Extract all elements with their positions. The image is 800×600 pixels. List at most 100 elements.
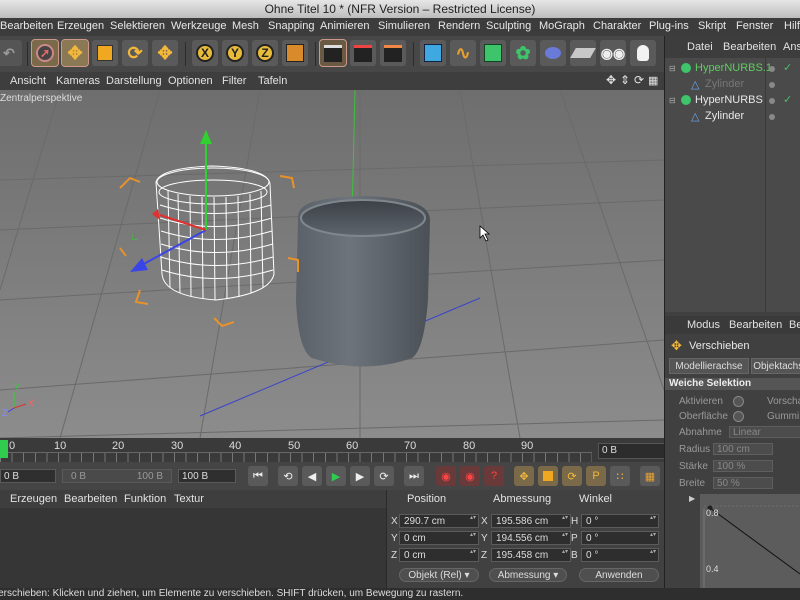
viewport-move-icon[interactable]: ✥ [606, 73, 616, 87]
menu-skript[interactable]: Skript [698, 20, 726, 32]
menu-hilfe[interactable]: Hilfe [784, 20, 800, 32]
coordinate-mode-select[interactable]: Objekt (Rel) ▾ [399, 568, 479, 582]
menu-fenster[interactable]: Fenster [736, 20, 773, 32]
radius-field[interactable]: 100 cm [713, 443, 773, 455]
render-picture-viewer-button[interactable] [350, 40, 376, 66]
section-header[interactable]: Weiche Selektion [665, 378, 800, 390]
expand-arrow-icon[interactable]: ▶ [689, 494, 695, 503]
object-row-hypernurbs[interactable]: ⊟ HyperNURBS ✓ [665, 93, 800, 109]
next-key-button[interactable]: ⟳ [374, 466, 394, 486]
strength-field[interactable]: 100 % [713, 460, 773, 472]
next-frame-button[interactable]: ▶ [350, 466, 370, 486]
menu-simulieren[interactable]: Simulieren [378, 20, 430, 32]
lock-z-button[interactable]: Z [252, 40, 278, 66]
activate-checkbox[interactable] [733, 396, 744, 407]
collapse-icon[interactable]: ⊟ [669, 96, 676, 105]
view-menu-tafeln[interactable]: Tafeln [258, 75, 287, 87]
menu-animieren[interactable]: Animieren [320, 20, 370, 32]
scale-tool-button[interactable] [92, 40, 118, 66]
apply-button[interactable]: Anwenden [579, 568, 659, 582]
obj-menu-datei[interactable]: Datei [687, 41, 713, 53]
key-pla-button[interactable]: ∷ [610, 466, 630, 486]
light-button[interactable] [630, 40, 656, 66]
editor-visibility-dot[interactable] [769, 66, 775, 72]
subdivision-surface-button[interactable] [480, 40, 506, 66]
menu-charakter[interactable]: Charakter [593, 20, 641, 32]
collapse-icon[interactable]: ⊟ [669, 64, 676, 73]
enable-check-icon[interactable]: ✓ [783, 61, 792, 74]
keyframe-selection-button[interactable]: ? [484, 466, 504, 486]
position-x-field[interactable]: 290.7 cm [399, 514, 479, 528]
mat-menu-funktion[interactable]: Funktion [124, 493, 166, 505]
render-settings-button[interactable] [380, 40, 406, 66]
rotation-p-field[interactable]: 0 ° [581, 531, 659, 545]
viewport-zoom-icon[interactable]: ⇕ [620, 73, 630, 87]
3d-viewport[interactable]: ∟ Zentralperspektive Y X Z [0, 90, 664, 438]
tab-objektachse[interactable]: Objektachse [751, 358, 800, 374]
menu-selektieren[interactable]: Selektieren [110, 20, 165, 32]
key-position-button[interactable]: ✥ [514, 466, 534, 486]
view-menu-darstellung[interactable]: Darstellung [106, 75, 162, 87]
key-rotation-button[interactable]: ⟳ [562, 466, 582, 486]
mat-menu-textur[interactable]: Textur [174, 493, 204, 505]
lock-y-button[interactable]: Y [222, 40, 248, 66]
menu-plugins[interactable]: Plug-ins [649, 20, 689, 32]
start-frame-field[interactable]: 0 B [0, 469, 56, 483]
render-view-button[interactable] [319, 39, 347, 67]
prev-key-button[interactable]: ⟲ [278, 466, 298, 486]
end-frame-field[interactable]: 100 B [178, 469, 236, 483]
size-mode-select[interactable]: Abmessung ▾ [489, 568, 567, 582]
rotation-h-field[interactable]: 0 ° [581, 514, 659, 528]
floor-button[interactable] [570, 40, 596, 66]
go-to-end-button[interactable]: ⏭ [404, 466, 424, 486]
record-button[interactable]: ◉ [436, 466, 456, 486]
timeline-ruler[interactable]: 0 10 20 30 40 50 60 70 80 90 [0, 438, 664, 463]
autokey-button[interactable]: ◉ [460, 466, 480, 486]
mat-menu-bearbeiten[interactable]: Bearbeiten [64, 493, 117, 505]
frame-range-slider[interactable]: 0 B 100 B [62, 469, 172, 483]
menu-sculpting[interactable]: Sculpting [486, 20, 531, 32]
array-button[interactable]: ✿ [510, 40, 536, 66]
hypernurbs-cylinder-shaded[interactable] [296, 196, 430, 367]
view-menu-optionen[interactable]: Optionen [168, 75, 213, 87]
view-menu-ansicht[interactable]: Ansicht [10, 75, 46, 87]
size-y-field[interactable]: 194.556 cm [491, 531, 571, 545]
live-selection-button[interactable]: ➚ [31, 39, 59, 67]
viewport-rotate-icon[interactable]: ⟳ [634, 73, 644, 87]
editor-visibility-dot[interactable] [769, 98, 775, 104]
width-field[interactable]: 50 % [713, 477, 773, 489]
spline-pen-button[interactable]: ∿ [450, 40, 476, 66]
attr-menu-modus[interactable]: Modus [687, 319, 720, 331]
tab-modellierachse[interactable]: Modellierachse [669, 358, 749, 374]
key-scale-button[interactable] [538, 466, 558, 486]
menu-mograph[interactable]: MoGraph [539, 20, 585, 32]
multi-tool-button[interactable]: ✥ [152, 40, 178, 66]
menu-bearbeiten[interactable]: Bearbeiten [0, 20, 53, 32]
attr-menu-benutzer[interactable]: Benutzer [789, 319, 800, 331]
current-frame-field[interactable]: 0 B [598, 443, 665, 459]
material-list-area[interactable] [0, 508, 386, 588]
obj-menu-bearbeiten[interactable]: Bearbeiten [723, 41, 776, 53]
play-button[interactable]: ▶ [326, 466, 346, 486]
move-tool-button[interactable]: ✥ [61, 39, 89, 67]
deformer-button[interactable] [540, 40, 566, 66]
object-row-hypernurbs-1[interactable]: ⊟ HyperNURBS.1 ✓ [665, 61, 800, 77]
rotation-b-field[interactable]: 0 ° [581, 548, 659, 562]
cube-button[interactable] [420, 40, 446, 66]
enable-check-icon[interactable]: ✓ [783, 93, 792, 106]
timeline-window-button[interactable]: ▦ [640, 466, 660, 486]
view-menu-filter[interactable]: Filter [222, 75, 246, 87]
editor-visibility-dot[interactable] [769, 82, 775, 88]
lock-x-button[interactable]: X [192, 40, 218, 66]
object-row-zylinder[interactable]: △ Zylinder [665, 109, 800, 125]
falloff-graph[interactable]: 0.8 0.4 [700, 494, 800, 588]
mat-menu-erzeugen[interactable]: Erzeugen [10, 493, 57, 505]
size-z-field[interactable]: 195.458 cm [491, 548, 571, 562]
surface-checkbox[interactable] [733, 411, 744, 422]
coordinate-system-button[interactable] [282, 40, 308, 66]
undo-button[interactable]: ↶ [0, 40, 22, 66]
menu-werkzeuge[interactable]: Werkzeuge [171, 20, 226, 32]
view-menu-kameras[interactable]: Kameras [56, 75, 100, 87]
obj-menu-ansicht[interactable]: Ansicht [783, 41, 800, 53]
size-x-field[interactable]: 195.586 cm [491, 514, 571, 528]
